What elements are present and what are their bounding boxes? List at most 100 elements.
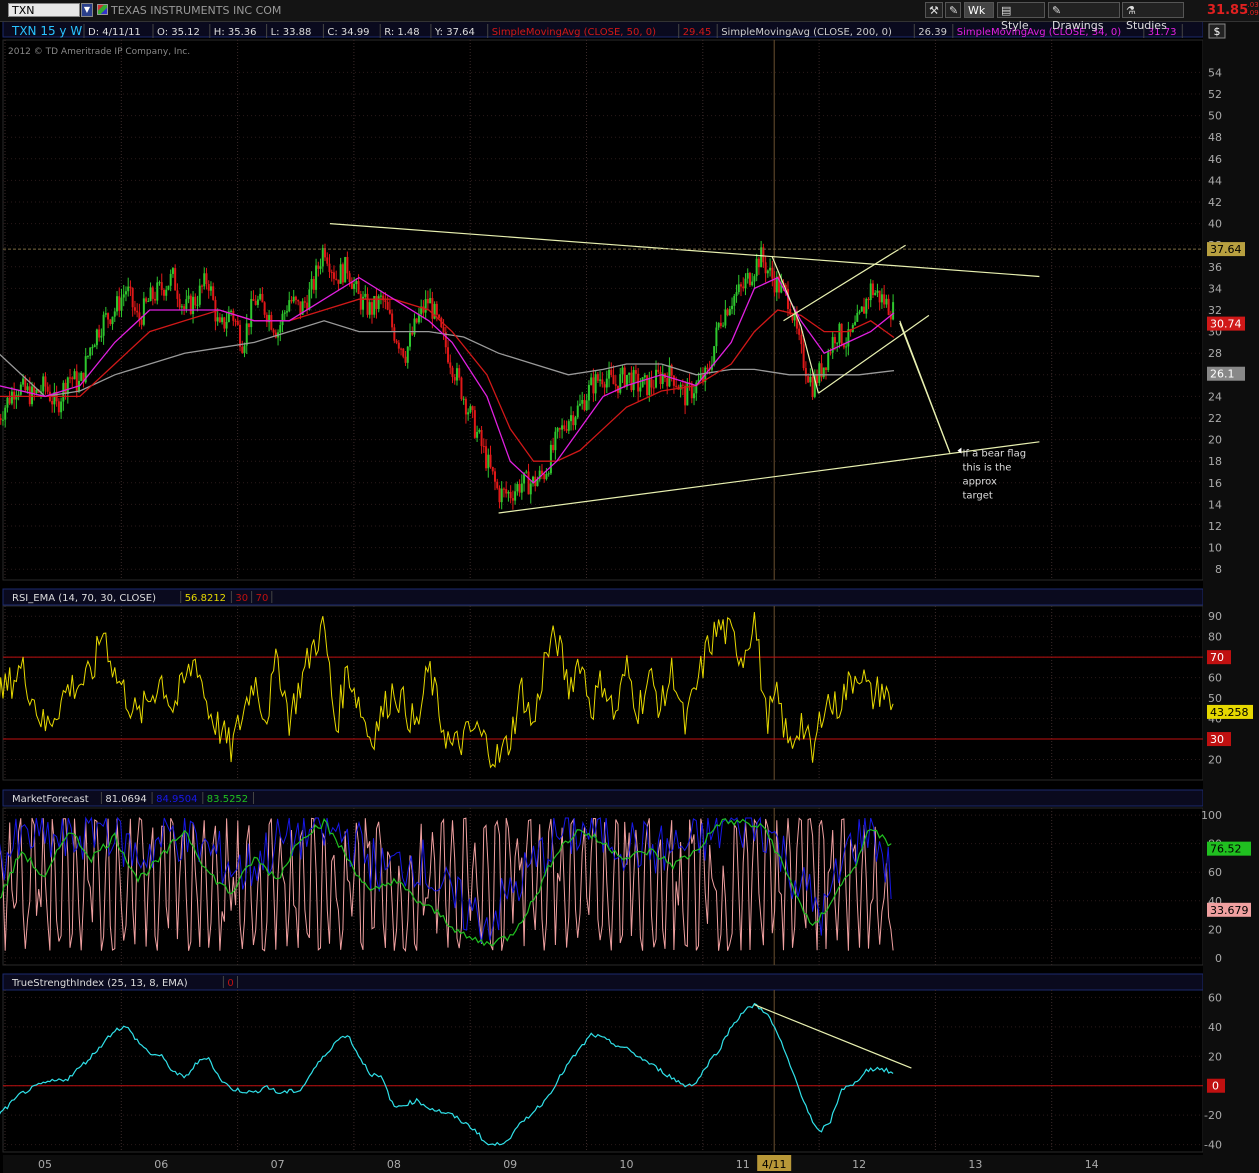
mf-header-field-2: 84.9504 xyxy=(156,794,197,805)
candle-body xyxy=(552,444,555,451)
candle-body xyxy=(570,415,573,422)
candle-body xyxy=(435,303,438,315)
y-tick-label: -20 xyxy=(1204,1109,1222,1122)
candle-body xyxy=(480,430,483,447)
candle-body xyxy=(386,301,389,310)
candle-body xyxy=(429,298,432,304)
candle-body xyxy=(330,271,333,273)
price-marker-label: 37.64 xyxy=(1210,243,1242,256)
candle-body xyxy=(869,283,872,301)
candle-body xyxy=(51,400,54,405)
candle-body xyxy=(798,328,801,335)
annotation-text: target xyxy=(962,491,992,502)
candle-body xyxy=(771,267,774,279)
candle-body xyxy=(10,391,13,404)
candle-body xyxy=(127,286,130,292)
candle-body xyxy=(829,352,832,354)
candle-body xyxy=(547,473,550,475)
candle-body xyxy=(496,481,499,489)
candle-body xyxy=(288,300,291,312)
candle-body xyxy=(576,405,579,418)
candle-body xyxy=(572,415,575,426)
candle-body xyxy=(133,307,136,311)
candle-body xyxy=(485,446,488,469)
annotation-text: If a bear flag xyxy=(962,449,1026,460)
candle-body xyxy=(93,345,96,348)
period-button[interactable]: Wk xyxy=(964,2,994,18)
candle-body xyxy=(147,301,150,303)
candle-body xyxy=(587,384,590,401)
rsi-header-field-3: 70 xyxy=(256,593,269,604)
candle-body xyxy=(731,305,734,310)
candle-body xyxy=(453,377,456,381)
candle-body xyxy=(104,313,107,315)
candle-body xyxy=(717,322,720,328)
candle-body xyxy=(482,446,485,448)
candle-body xyxy=(165,289,168,296)
header-field-8: SimpleMovingAvg (CLOSE, 50, 0) xyxy=(492,27,656,38)
candle-body xyxy=(281,313,284,326)
symbol-input[interactable]: TXN xyxy=(8,3,80,17)
candle-body xyxy=(162,289,165,296)
candle-body xyxy=(527,471,530,495)
candle-body xyxy=(91,347,94,349)
header-field-3: H: 35.36 xyxy=(214,27,257,38)
crosshair-icon[interactable]: ⚒ xyxy=(925,2,943,18)
y-tick-label: 46 xyxy=(1208,153,1222,166)
y-tick-label: 34 xyxy=(1208,282,1222,295)
candle-body xyxy=(140,319,143,325)
y-tick-label: 100 xyxy=(1201,809,1222,822)
candle-body xyxy=(447,347,450,363)
candle-body xyxy=(764,262,767,274)
cube-icon[interactable] xyxy=(97,4,108,15)
tsi-header-field-1: 0 xyxy=(227,978,233,989)
y-tick-label: 42 xyxy=(1208,196,1222,209)
candle-body xyxy=(180,306,183,308)
candle-body xyxy=(409,332,412,347)
candle-body xyxy=(341,264,344,283)
style-button[interactable]: ▤ Style xyxy=(997,2,1045,32)
candle-body xyxy=(118,296,121,311)
symbol-dropdown-icon[interactable]: ▼ xyxy=(81,3,93,17)
candle-body xyxy=(733,295,736,306)
candle-body xyxy=(648,379,651,395)
candle-body xyxy=(8,397,11,404)
candle-body xyxy=(424,299,427,313)
candle-body xyxy=(207,283,210,291)
candle-body xyxy=(4,407,7,420)
candle-body xyxy=(574,417,577,426)
candle-body xyxy=(209,286,212,291)
candle-body xyxy=(856,312,859,322)
candle-body xyxy=(24,378,27,391)
candle-body xyxy=(142,298,145,325)
candle-body xyxy=(464,398,467,415)
y-tick-label: 18 xyxy=(1208,455,1222,468)
candle-body xyxy=(498,488,501,503)
annotation-text: this is the xyxy=(962,463,1011,474)
candle-body xyxy=(388,309,391,314)
wrench-icon[interactable]: ✎ xyxy=(945,2,961,18)
candle-body xyxy=(415,318,418,323)
candle-body xyxy=(317,265,320,269)
header-field-9: 29.45 xyxy=(683,27,712,38)
candle-body xyxy=(279,325,282,333)
candle-body xyxy=(746,272,749,279)
drawings-button[interactable]: ✎ Drawings xyxy=(1048,2,1120,32)
candle-body xyxy=(833,337,836,344)
candle-body xyxy=(335,278,338,280)
candle-body xyxy=(283,312,286,314)
candle-body xyxy=(236,320,239,325)
candle-body xyxy=(652,387,655,389)
chart-canvas: 05 06 07 08 09 10 11 12 13 14 4/11 8 10 12 14 16 18 20 22 2… xyxy=(0,20,1259,1173)
candle-body xyxy=(693,393,696,399)
candle-body xyxy=(502,488,505,490)
candle-body xyxy=(22,378,25,385)
candle-body xyxy=(529,483,532,495)
candle-body xyxy=(332,272,335,279)
candle-body xyxy=(614,384,617,386)
style-icon: ▤ xyxy=(1001,4,1012,17)
candle-body xyxy=(348,273,351,283)
studies-button[interactable]: ⚗ Studies xyxy=(1122,2,1184,32)
candle-body xyxy=(62,382,65,402)
candle-body xyxy=(874,292,877,296)
